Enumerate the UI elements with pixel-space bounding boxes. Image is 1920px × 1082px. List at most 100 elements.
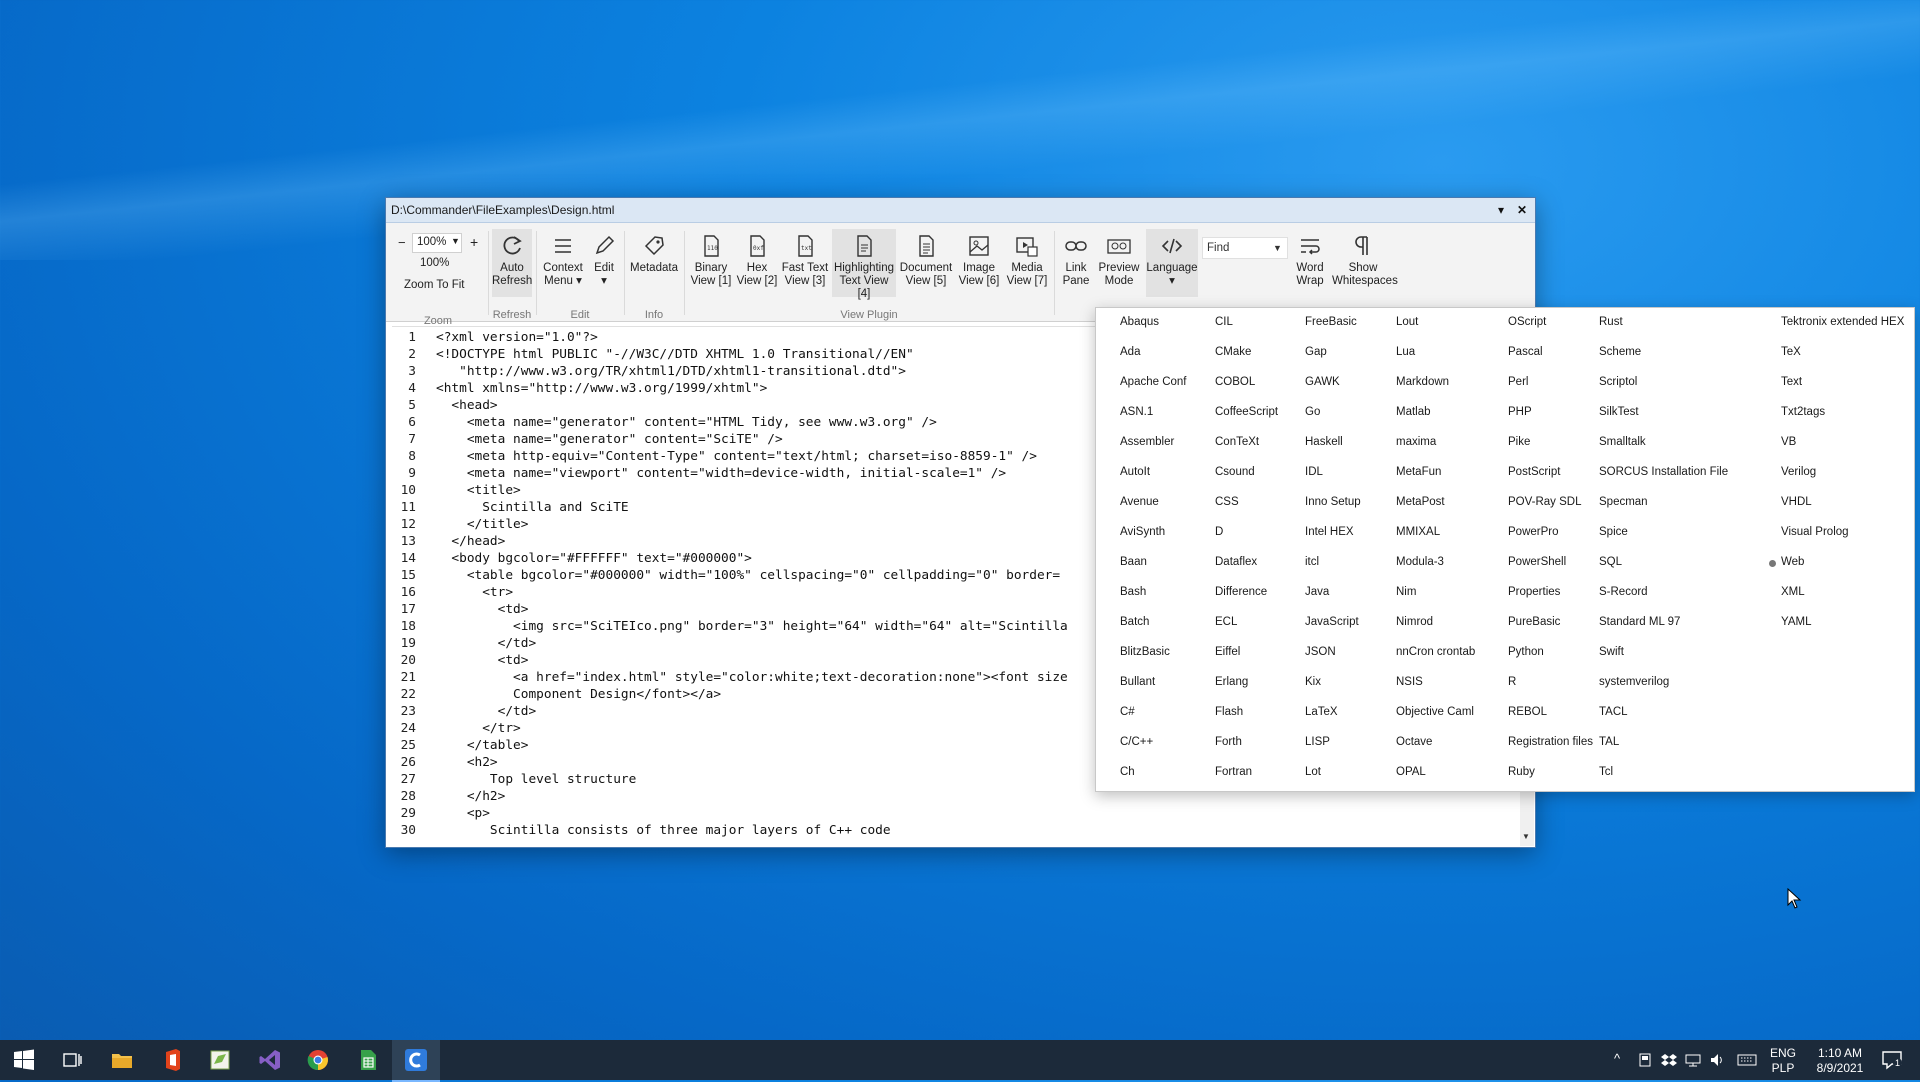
media-view-button[interactable]: Media View [7] [1004, 229, 1050, 297]
file-explorer-icon[interactable] [110, 1048, 134, 1072]
commander-taskbar-button[interactable] [392, 1040, 440, 1082]
tray-overflow-icon[interactable]: ^ [1614, 1051, 1620, 1066]
language-option[interactable]: PHP [1508, 406, 1532, 418]
language-option[interactable]: Objective Caml [1396, 706, 1474, 718]
language-option[interactable]: Bullant [1120, 676, 1155, 688]
language-option[interactable]: Forth [1215, 736, 1242, 748]
find-combo[interactable]: Find ▼ [1202, 237, 1288, 259]
auto-refresh-button[interactable]: Auto Refresh [492, 229, 532, 297]
task-view-icon[interactable] [60, 1048, 84, 1072]
language-option[interactable]: CSS [1215, 496, 1239, 508]
language-option[interactable]: NSIS [1396, 676, 1423, 688]
input-language-indicator[interactable]: ENG PLP [1767, 1046, 1799, 1076]
language-option[interactable]: Markdown [1396, 376, 1449, 388]
language-option[interactable]: ECL [1215, 616, 1237, 628]
language-option[interactable]: PureBasic [1508, 616, 1560, 628]
zoom-in-button[interactable]: + [470, 234, 478, 250]
language-option[interactable]: LaTeX [1305, 706, 1338, 718]
language-option[interactable]: TeX [1781, 346, 1801, 358]
language-option[interactable]: Bash [1120, 586, 1146, 598]
hex-view-button[interactable]: 0xf Hex View [2] [736, 229, 778, 297]
word-wrap-button[interactable]: Word Wrap [1290, 229, 1330, 297]
visual-studio-icon[interactable] [258, 1048, 282, 1072]
metadata-button[interactable]: Metadata [628, 229, 680, 297]
language-option[interactable]: ConTeXt [1215, 436, 1259, 448]
language-option[interactable]: Scheme [1599, 346, 1641, 358]
language-option[interactable]: OPAL [1396, 766, 1426, 778]
language-option[interactable]: YAML [1781, 616, 1811, 628]
clock[interactable]: 1:10 AM 8/9/2021 [1805, 1046, 1875, 1076]
language-option[interactable]: Abaqus [1120, 316, 1159, 328]
language-option[interactable]: D [1215, 526, 1223, 538]
action-center-button[interactable]: 1 [1880, 1048, 1904, 1072]
language-option[interactable]: PostScript [1508, 466, 1560, 478]
office-icon[interactable] [160, 1048, 184, 1072]
language-option[interactable]: Lua [1396, 346, 1415, 358]
language-option[interactable]: Difference [1215, 586, 1267, 598]
language-option[interactable]: CMake [1215, 346, 1251, 358]
fast-text-view-button[interactable]: txt Fast Text View [3] [780, 229, 830, 297]
language-option[interactable]: Ruby [1508, 766, 1535, 778]
chrome-icon[interactable] [306, 1048, 330, 1072]
highlighting-text-view-button[interactable]: Highlighting Text View [4] [832, 229, 896, 300]
language-option[interactable]: Ada [1120, 346, 1140, 358]
language-option[interactable]: Gap [1305, 346, 1327, 358]
language-option[interactable]: Visual Prolog [1781, 526, 1849, 538]
language-option[interactable]: Pike [1508, 436, 1530, 448]
language-option[interactable]: SORCUS Installation File [1599, 466, 1728, 478]
language-option[interactable]: FreeBasic [1305, 316, 1357, 328]
language-option[interactable]: Haskell [1305, 436, 1343, 448]
link-pane-button[interactable]: Link Pane [1058, 229, 1094, 297]
language-option[interactable]: GAWK [1305, 376, 1340, 388]
language-option[interactable]: Apache Conf [1120, 376, 1187, 388]
language-option[interactable]: REBOL [1508, 706, 1547, 718]
language-option[interactable]: Assembler [1120, 436, 1174, 448]
language-option[interactable]: MMIXAL [1396, 526, 1440, 538]
language-option[interactable]: Swift [1599, 646, 1624, 658]
language-option[interactable]: Nim [1396, 586, 1416, 598]
language-option[interactable]: CoffeeScript [1215, 406, 1278, 418]
language-option[interactable]: MetaFun [1396, 466, 1441, 478]
volume-icon[interactable] [1709, 1052, 1725, 1068]
language-option[interactable]: MetaPost [1396, 496, 1445, 508]
language-option[interactable]: Scriptol [1599, 376, 1637, 388]
image-view-button[interactable]: Image View [6] [956, 229, 1002, 297]
preview-mode-button[interactable]: Preview Mode [1096, 229, 1142, 297]
dropbox-icon[interactable] [1661, 1052, 1677, 1068]
language-option[interactable]: Csound [1215, 466, 1255, 478]
language-option[interactable]: Fortran [1215, 766, 1252, 778]
language-option[interactable]: Ch [1120, 766, 1135, 778]
language-option[interactable]: Standard ML 97 [1599, 616, 1680, 628]
language-option[interactable]: Kix [1305, 676, 1321, 688]
language-option[interactable]: Eiffel [1215, 646, 1240, 658]
context-menu-button[interactable]: Context Menu ▾ [540, 229, 586, 297]
scroll-down-arrow-icon[interactable]: ▼ [1522, 832, 1530, 841]
language-option[interactable]: Dataflex [1215, 556, 1257, 568]
language-option[interactable]: OScript [1508, 316, 1546, 328]
language-option[interactable]: AviSynth [1120, 526, 1165, 538]
language-option[interactable]: SilkTest [1599, 406, 1639, 418]
language-option[interactable]: S-Record [1599, 586, 1648, 598]
language-option[interactable]: BlitzBasic [1120, 646, 1170, 658]
language-option[interactable]: VHDL [1781, 496, 1812, 508]
language-option[interactable]: Intel HEX [1305, 526, 1354, 538]
language-option[interactable]: ASN.1 [1120, 406, 1153, 418]
language-option[interactable]: Go [1305, 406, 1320, 418]
language-option[interactable]: Lout [1396, 316, 1418, 328]
language-option[interactable]: Baan [1120, 556, 1147, 568]
language-option[interactable]: Spice [1599, 526, 1628, 538]
language-option[interactable]: Lot [1305, 766, 1321, 778]
language-option[interactable]: POV-Ray SDL [1508, 496, 1582, 508]
notepad-plus-icon[interactable] [208, 1048, 232, 1072]
language-option[interactable]: systemverilog [1599, 676, 1669, 688]
find-input[interactable]: Find [1207, 242, 1229, 254]
language-option[interactable]: Text [1781, 376, 1802, 388]
language-option[interactable]: Web [1781, 556, 1804, 568]
document-view-button[interactable]: Document View [5] [898, 229, 954, 297]
binary-view-button[interactable]: 110 Binary View [1] [688, 229, 734, 297]
language-option[interactable]: IDL [1305, 466, 1323, 478]
language-option[interactable]: LISP [1305, 736, 1330, 748]
language-option[interactable]: Rust [1599, 316, 1623, 328]
language-option[interactable]: Inno Setup [1305, 496, 1361, 508]
language-option[interactable]: Octave [1396, 736, 1432, 748]
